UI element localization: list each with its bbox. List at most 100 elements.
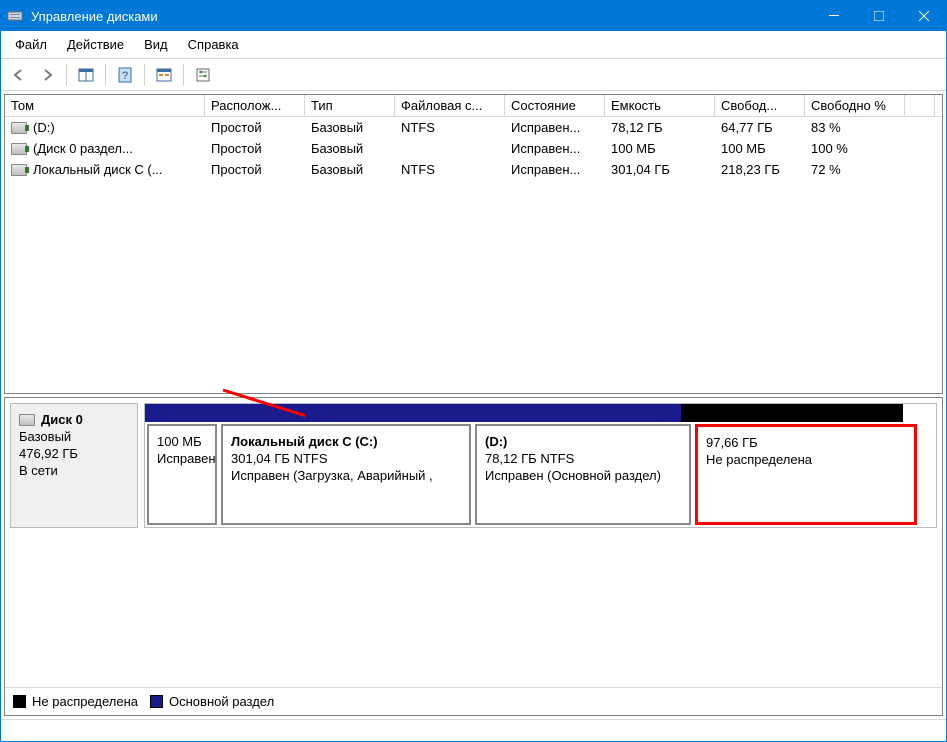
disk-partitions: 100 МБ Исправен Локальный диск C (C:) 301,0… [144, 403, 937, 528]
partition-unallocated[interactable]: 97,66 ГБ Не распределена [695, 424, 917, 525]
col-capacity[interactable]: Емкость [605, 95, 715, 116]
volume-capacity: 100 МБ [605, 138, 715, 159]
col-layout[interactable]: Располож... [205, 95, 305, 116]
menu-help[interactable]: Справка [178, 33, 249, 56]
volume-row[interactable]: (Диск 0 раздел... ПростойБазовый Исправен.… [5, 138, 942, 159]
partition-line1: 100 МБ [157, 434, 207, 449]
volume-free: 218,23 ГБ [715, 159, 805, 180]
volume-layout: Простой [205, 117, 305, 138]
col-spacer [905, 95, 935, 116]
volumes-list: Том Располож... Тип Файловая с... Состоя… [4, 94, 943, 394]
partition-bar-segment [145, 404, 215, 422]
legend-swatch-primary [150, 695, 163, 708]
minimize-button[interactable] [811, 1, 856, 31]
col-free[interactable]: Свобод... [715, 95, 805, 116]
app-icon [1, 8, 29, 24]
volume-icon [11, 122, 27, 134]
disk-label: Диск 0 [41, 412, 83, 427]
menu-file[interactable]: Файл [5, 33, 57, 56]
volume-status: Исправен... [505, 117, 605, 138]
toolbar: ? [1, 59, 946, 91]
volume-fs: NTFS [395, 159, 505, 180]
volume-freepct: 72 % [805, 159, 905, 180]
toolbar-separator [183, 64, 184, 86]
partition[interactable]: (D:) 78,12 ГБ NTFS Исправен (Основной разд… [475, 424, 691, 525]
menu-action[interactable]: Действие [57, 33, 134, 56]
maximize-button[interactable] [856, 1, 901, 31]
volume-free: 100 МБ [715, 138, 805, 159]
partition[interactable]: Локальный диск C (C:) 301,04 ГБ NTFS Испра… [221, 424, 471, 525]
window-title: Управление дисками [29, 9, 811, 24]
col-freepct[interactable]: Свободно % [805, 95, 905, 116]
svg-text:?: ? [122, 70, 128, 82]
partition[interactable]: 100 МБ Исправен [147, 424, 217, 525]
back-button[interactable] [7, 63, 31, 87]
partition-line2: Исправен (Основной раздел) [485, 468, 681, 483]
legend-unallocated: Не распределена [32, 694, 138, 709]
disk-row: Диск 0 Базовый 476,92 ГБ В сети 100 МБ Ис… [5, 398, 942, 533]
partition-bar-segment [681, 404, 903, 422]
volumes-header: Том Располож... Тип Файловая с... Состоя… [5, 95, 942, 117]
partition-color-bar [145, 404, 936, 422]
volume-name: (Диск 0 раздел... [33, 141, 133, 156]
help-icon[interactable]: ? [113, 63, 137, 87]
volume-type: Базовый [305, 138, 395, 159]
status-bar [1, 719, 946, 741]
volume-status: Исправен... [505, 159, 605, 180]
forward-button[interactable] [35, 63, 59, 87]
volume-capacity: 301,04 ГБ [605, 159, 715, 180]
partition-line1: 301,04 ГБ NTFS [231, 451, 461, 466]
partition-bar-segment [465, 404, 681, 422]
partition-line2: Исправен [157, 451, 207, 466]
volume-layout: Простой [205, 138, 305, 159]
disk-size: 476,92 ГБ [19, 446, 129, 461]
col-status[interactable]: Состояние [505, 95, 605, 116]
volume-capacity: 78,12 ГБ [605, 117, 715, 138]
close-button[interactable] [901, 1, 946, 31]
menubar: Файл Действие Вид Справка [1, 31, 946, 59]
menu-view[interactable]: Вид [134, 33, 178, 56]
disk-icon [19, 414, 35, 426]
volume-free: 64,77 ГБ [715, 117, 805, 138]
volume-row[interactable]: (D:) ПростойБазовыйNTFSИсправен...78,12 Г… [5, 117, 942, 138]
partition-line1: 97,66 ГБ [706, 435, 906, 450]
volume-icon [11, 164, 27, 176]
partition-title: (D:) [485, 434, 681, 449]
volume-fs [395, 138, 505, 159]
partition-line2: Исправен (Загрузка, Аварийный , [231, 468, 461, 483]
disk-info[interactable]: Диск 0 Базовый 476,92 ГБ В сети [10, 403, 138, 528]
toolbar-separator [105, 64, 106, 86]
volume-status: Исправен... [505, 138, 605, 159]
col-fs[interactable]: Файловая с... [395, 95, 505, 116]
volume-name: Локальный диск C (... [33, 162, 163, 177]
partition-line2: Не распределена [706, 452, 906, 467]
col-volume[interactable]: Том [5, 95, 205, 116]
disk-layout-pane: Диск 0 Базовый 476,92 ГБ В сети 100 МБ Ис… [4, 397, 943, 716]
volume-icon [11, 143, 27, 155]
legend: Не распределена Основной раздел [5, 687, 942, 715]
volume-row[interactable]: Локальный диск C (... ПростойБазовыйNTFSИ… [5, 159, 942, 180]
volumes-rows: (D:) ПростойБазовыйNTFSИсправен...78,12 Г… [5, 117, 942, 393]
partitions-grid: 100 МБ Исправен Локальный диск C (C:) 301,0… [145, 422, 936, 527]
titlebar[interactable]: Управление дисками [1, 1, 946, 31]
legend-swatch-unallocated [13, 695, 26, 708]
volume-type: Базовый [305, 159, 395, 180]
panel-view-icon[interactable] [74, 63, 98, 87]
disk-online: В сети [19, 463, 129, 478]
volume-fs: NTFS [395, 117, 505, 138]
disk-list-icon[interactable] [152, 63, 176, 87]
disk-type: Базовый [19, 429, 129, 444]
volume-freepct: 100 % [805, 138, 905, 159]
col-type[interactable]: Тип [305, 95, 395, 116]
toolbar-separator [66, 64, 67, 86]
partition-title: Локальный диск C (C:) [231, 434, 461, 449]
volume-name: (D:) [33, 120, 55, 135]
toolbar-separator [144, 64, 145, 86]
partition-line1: 78,12 ГБ NTFS [485, 451, 681, 466]
partition-bar-segment [215, 404, 465, 422]
properties-icon[interactable] [191, 63, 215, 87]
window: Управление дисками Файл Действие Вид Спр… [0, 0, 947, 742]
volume-type: Базовый [305, 117, 395, 138]
volume-layout: Простой [205, 159, 305, 180]
legend-primary: Основной раздел [169, 694, 274, 709]
